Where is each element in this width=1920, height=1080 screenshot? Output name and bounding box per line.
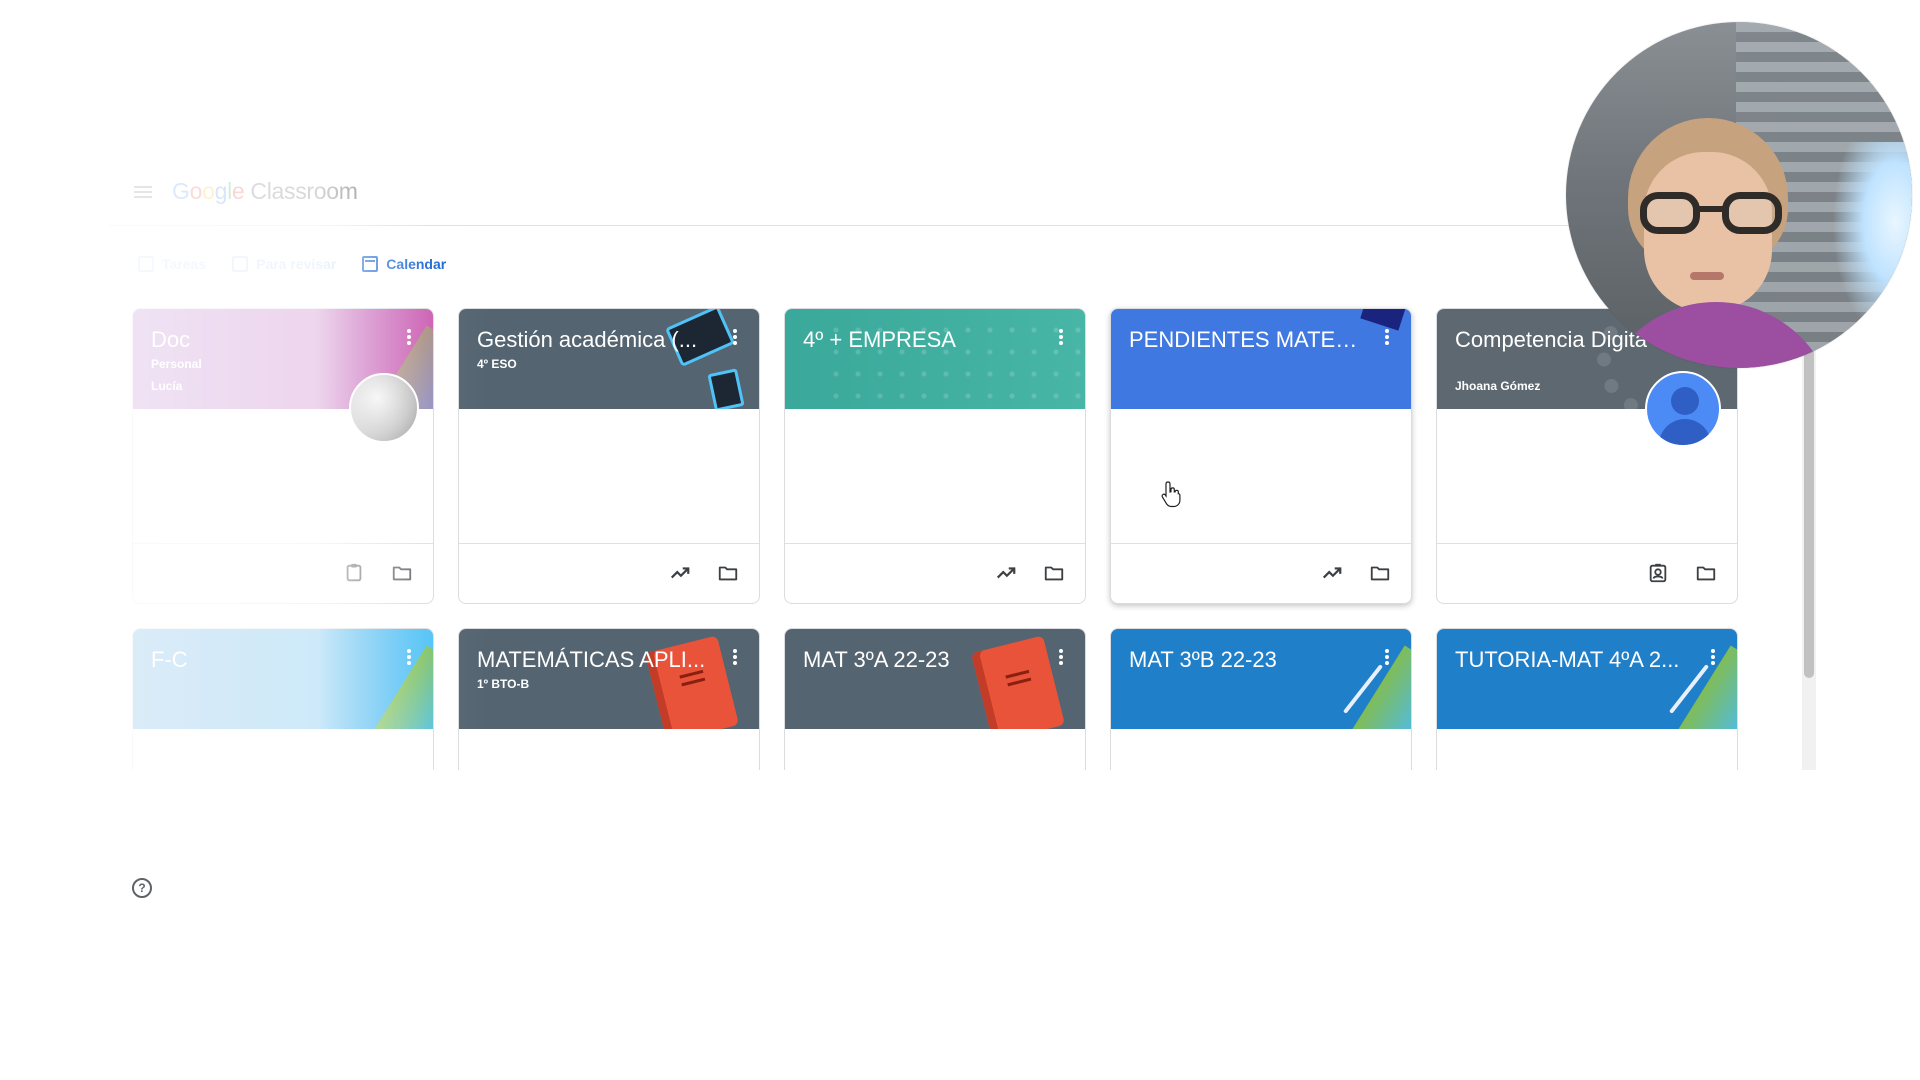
more-options-icon[interactable]: [1385, 329, 1389, 345]
teacher-photo: [349, 373, 419, 443]
more-options-icon[interactable]: [1059, 649, 1063, 665]
class-section: Personal: [151, 357, 202, 371]
trending-icon[interactable]: [1321, 562, 1343, 584]
link-tareas[interactable]: Tareas: [138, 256, 206, 272]
card-footer: [133, 543, 433, 603]
folder-icon[interactable]: [1369, 562, 1391, 584]
card-header[interactable]: MATEMÁTICAS APLI... 1º BTO-B: [459, 629, 759, 729]
review-icon: [232, 256, 249, 272]
class-title[interactable]: MAT 3ºA 22-23: [803, 647, 1033, 673]
card-header[interactable]: MAT 3ºA 22-23: [785, 629, 1085, 729]
more-options-icon[interactable]: [1059, 329, 1063, 345]
class-title[interactable]: F-C: [151, 647, 381, 673]
class-card[interactable]: 4º + EMPRESA: [784, 308, 1086, 604]
presenter-mouth: [1690, 272, 1724, 280]
window-light: [1832, 142, 1912, 342]
card-footer: [1111, 543, 1411, 603]
class-card[interactable]: Doc Personal Lucía: [132, 308, 434, 604]
link-label: Tareas: [162, 256, 207, 272]
logo-letter: o: [202, 178, 215, 204]
folder-icon[interactable]: [391, 562, 413, 584]
quick-links: Tareas Para revisar Calendar: [138, 256, 446, 272]
logo-letter: e: [231, 178, 245, 204]
card-header[interactable]: Gestión académica (... 4º ESO: [459, 309, 759, 409]
folder-icon[interactable]: [1043, 562, 1065, 584]
folder-icon[interactable]: [1695, 562, 1717, 584]
graduation-cap-illustration: [1360, 309, 1406, 331]
link-para-revisar[interactable]: Para revisar: [232, 256, 336, 272]
product-name: Classroom: [250, 178, 358, 204]
class-teacher: Lucía: [151, 379, 183, 393]
class-title[interactable]: 4º + EMPRESA: [803, 327, 1033, 353]
teacher-avatar: [1645, 371, 1721, 447]
link-label: Calendar: [386, 256, 447, 272]
folder-icon[interactable]: [717, 562, 739, 584]
more-options-icon[interactable]: [733, 329, 737, 345]
card-footer: [1437, 543, 1737, 603]
scrollbar-thumb[interactable]: [1804, 348, 1814, 678]
class-title[interactable]: MAT 3ºB 22-23: [1129, 647, 1359, 673]
tablet-illustration: [707, 368, 745, 409]
card-header[interactable]: 4º + EMPRESA: [785, 309, 1085, 409]
logo-letter: G: [172, 178, 190, 204]
top-bar: Google Classroom: [108, 160, 1818, 226]
presenter-glasses: [1640, 192, 1782, 236]
card-footer: [785, 543, 1085, 603]
logo-letter: o: [189, 178, 203, 204]
card-header[interactable]: MAT 3ºB 22-23: [1111, 629, 1411, 729]
main-menu-icon[interactable]: [132, 181, 154, 203]
help-icon[interactable]: ?: [132, 878, 152, 898]
class-card[interactable]: Gestión académica (... 4º ESO: [458, 308, 760, 604]
card-footer: [459, 543, 759, 603]
class-teacher: Jhoana Gómez: [1455, 379, 1541, 393]
assignment-ind-icon[interactable]: [1647, 562, 1669, 584]
google-classroom-logo[interactable]: Google Classroom: [172, 178, 358, 205]
card-header[interactable]: TUTORIA-MAT 4ºA 2...: [1437, 629, 1737, 729]
class-title[interactable]: TUTORIA-MAT 4ºA 2...: [1455, 647, 1685, 673]
blank-bottom-area: [0, 770, 1920, 1080]
hand-pointer-cursor-icon: [1161, 481, 1181, 508]
class-title[interactable]: PENDIENTES MATEM...: [1129, 327, 1359, 353]
class-title[interactable]: Doc: [151, 327, 381, 353]
class-title[interactable]: MATEMÁTICAS APLI...: [477, 647, 707, 673]
link-label: Para revisar: [256, 256, 337, 272]
more-options-icon[interactable]: [407, 329, 411, 345]
webcam-overlay: [1566, 22, 1912, 368]
card-header[interactable]: PENDIENTES MATEM...: [1111, 309, 1411, 409]
more-options-icon[interactable]: [733, 649, 737, 665]
assignment-icon[interactable]: [343, 562, 365, 584]
class-section: 1º BTO-B: [477, 677, 530, 691]
class-section: 4º ESO: [477, 357, 517, 371]
trending-icon[interactable]: [995, 562, 1017, 584]
link-calendar[interactable]: Calendar: [362, 256, 446, 272]
class-card[interactable]: PENDIENTES MATEM...: [1110, 308, 1412, 604]
assignment-icon: [138, 256, 154, 272]
trending-icon[interactable]: [669, 562, 691, 584]
more-options-icon[interactable]: [407, 649, 411, 665]
card-header[interactable]: F-C: [133, 629, 433, 729]
more-options-icon[interactable]: [1385, 649, 1389, 665]
logo-letter: g: [214, 178, 228, 204]
class-title[interactable]: Gestión académica (...: [477, 327, 707, 353]
calendar-icon: [362, 256, 379, 272]
more-options-icon[interactable]: [1711, 649, 1715, 665]
